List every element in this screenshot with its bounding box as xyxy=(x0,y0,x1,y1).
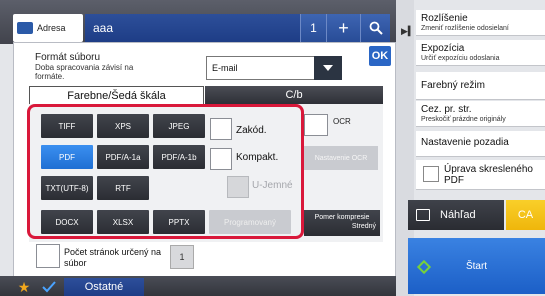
compression-ratio-value: Stredný xyxy=(351,223,376,230)
ultra-fine-checkbox[interactable] xyxy=(227,176,249,198)
skew-pdf-checkbox[interactable] xyxy=(423,166,439,182)
rp-exposure-sub: Určiť expozíciu odoslania xyxy=(421,55,500,62)
star-icon: ★ xyxy=(17,278,31,295)
search-button[interactable] xyxy=(360,14,390,42)
rp-resolution[interactable]: Rozlíšenie Zmeniť rozlíšenie odosielaní xyxy=(416,10,545,36)
preview-button[interactable]: Náhľad xyxy=(408,200,504,230)
skew-pdf-label: Úprava skresleného PDF xyxy=(444,164,533,186)
format-rtf-button[interactable]: RTF xyxy=(97,176,149,200)
format-jpeg-button[interactable]: JPEG xyxy=(153,114,205,138)
address-book-label: Adresa xyxy=(37,23,66,33)
pages-per-file-count[interactable]: 1 xyxy=(170,245,194,269)
format-pptx-button[interactable]: PPTX xyxy=(153,210,205,234)
format-pdf-button[interactable]: PDF xyxy=(41,145,93,169)
preview-icon xyxy=(416,209,430,221)
format-txt-button[interactable]: TXT(UTF-8) xyxy=(41,176,93,200)
rp-exposure[interactable]: Expozícia Určiť expozíciu odoslania xyxy=(416,40,545,66)
format-pdfa1a-button[interactable]: PDF/A-1a xyxy=(97,145,149,169)
checkmark-icon xyxy=(42,281,56,293)
tab-color-grayscale[interactable]: Farebne/Šedá škála xyxy=(29,86,204,104)
pages-per-file-checkbox[interactable] xyxy=(36,244,60,268)
favorite-button[interactable]: ★ xyxy=(13,278,35,296)
ocr-checkbox[interactable] xyxy=(304,114,328,136)
rp-resolution-title: Rozlíšenie xyxy=(421,13,468,24)
rp-blank-page-skip[interactable]: Cez. pr. str. Preskočiť prázdne originál… xyxy=(416,101,545,127)
compression-ratio-button[interactable]: Pomer kompresie Stredný xyxy=(304,210,380,236)
clear-all-button[interactable]: CA xyxy=(506,200,545,230)
add-destination-button[interactable]: + xyxy=(326,14,360,42)
format-pdfa1b-button[interactable]: PDF/A-1b xyxy=(153,145,205,169)
pages-per-file-text: Počet stránok určený na súbor xyxy=(64,247,162,268)
file-format-subtitle: Doba spracovania závisí na formáte. xyxy=(35,63,134,81)
rp-blank-page-skip-sub: Preskočiť prázdne originály xyxy=(421,116,506,123)
destination-count[interactable]: 1 xyxy=(300,14,326,42)
format-xps-button[interactable]: XPS xyxy=(97,114,149,138)
ocr-settings-button[interactable]: Nastavenie OCR xyxy=(304,146,378,170)
address-book-icon xyxy=(17,22,33,34)
format-docx-button[interactable]: DOCX xyxy=(41,210,93,234)
compact-label: Kompakt. xyxy=(236,152,279,163)
encrypt-label: Zakód. xyxy=(236,125,267,136)
screen: Adresa aaa 1 + OK Formát súboru Doba spr… xyxy=(0,0,545,296)
ocr-label: OCR xyxy=(333,117,351,126)
check-button[interactable] xyxy=(38,278,60,296)
address-book-button[interactable]: Adresa xyxy=(13,14,83,42)
destination-field[interactable]: aaa xyxy=(85,14,300,42)
format-xlsx-button[interactable]: XLSX xyxy=(97,210,149,234)
compact-checkbox[interactable] xyxy=(210,148,232,170)
rp-color-mode[interactable]: Farebný režim xyxy=(416,72,545,100)
ultra-fine-label: U-Jemné xyxy=(252,180,293,191)
encrypt-checkbox[interactable] xyxy=(210,118,232,140)
format-tiff-button[interactable]: TIFF xyxy=(41,114,93,138)
search-icon xyxy=(369,21,383,35)
ok-button[interactable]: OK xyxy=(369,46,391,66)
send-mode-dropdown-button[interactable] xyxy=(314,56,342,80)
programmed-button[interactable]: Programovaný xyxy=(209,210,291,234)
rp-background-title: Nastavenie pozadia xyxy=(421,137,509,148)
compression-ratio-title: Pomer kompresie xyxy=(314,214,370,221)
file-format-title: Formát súboru xyxy=(35,52,101,63)
pages-per-file-label: Počet stránok určený na súbor xyxy=(64,247,164,269)
rp-background[interactable]: Nastavenie pozadia xyxy=(416,131,545,157)
tab-black-white[interactable]: C/b xyxy=(205,86,383,104)
preview-label: Náhľad xyxy=(440,209,476,221)
rp-exposure-title: Expozícia xyxy=(421,43,465,54)
rp-blank-page-skip-title: Cez. pr. str. xyxy=(421,104,472,115)
other-button[interactable]: Ostatné xyxy=(64,278,144,296)
chevron-down-icon xyxy=(323,65,333,71)
rp-resolution-sub: Zmeniť rozlíšenie odosielaní xyxy=(421,25,509,32)
rp-color-mode-title: Farebný režim xyxy=(421,80,485,91)
play-pause-icon: ▶▍ xyxy=(401,26,415,36)
